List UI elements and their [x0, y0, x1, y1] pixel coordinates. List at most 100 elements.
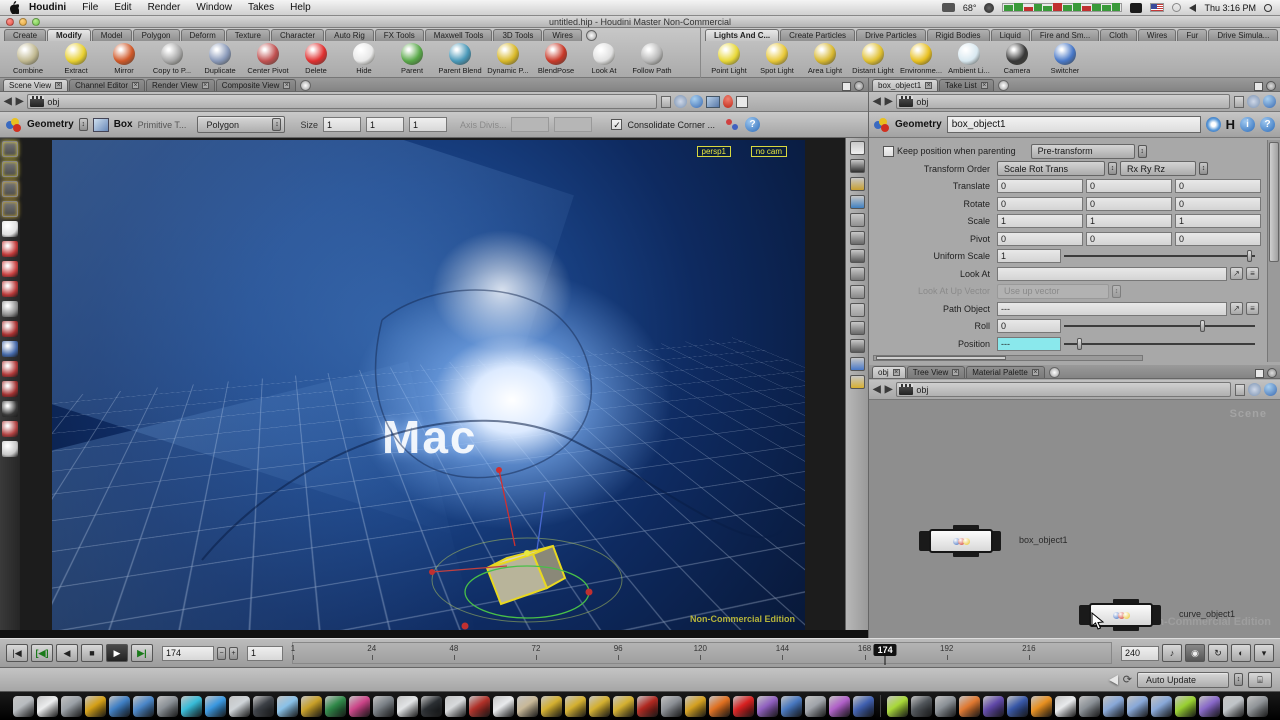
global-animation-button[interactable]: ◉: [1185, 644, 1205, 662]
menu-houdini[interactable]: Houdini: [29, 2, 66, 13]
dock-icon[interactable]: [85, 696, 106, 717]
shelf-tool-duplicate[interactable]: Duplicate: [198, 43, 242, 75]
slider-handle[interactable]: [1200, 320, 1205, 332]
close-tab-icon[interactable]: ×: [893, 369, 900, 376]
viewport-tool-icon[interactable]: [2, 381, 18, 397]
viewport-display-icon[interactable]: [850, 159, 865, 173]
volume-icon[interactable]: [1189, 4, 1196, 12]
end-frame-field[interactable]: [1121, 646, 1159, 661]
dock-icon[interactable]: [1055, 696, 1076, 717]
shelf-tab-deform[interactable]: Deform: [181, 29, 225, 41]
slider-handle[interactable]: [1077, 338, 1082, 350]
param-field-look-at[interactable]: [997, 267, 1227, 281]
dock-icon[interactable]: [959, 696, 980, 717]
tool-options-icon[interactable]: [724, 118, 740, 132]
cpu-meter-icon[interactable]: [1002, 3, 1122, 12]
dock-icon[interactable]: [565, 696, 586, 717]
shelf-tool-switcher[interactable]: Switcher: [1043, 43, 1087, 75]
viewport-render-area[interactable]: Mac: [52, 140, 805, 630]
param-field-translate-2[interactable]: 0: [1175, 179, 1261, 193]
shelf-tab-fire-and-sm[interactable]: Fire and Sm...: [1031, 29, 1099, 41]
dock-icon[interactable]: [37, 696, 58, 717]
nav-back-icon[interactable]: ◀: [4, 96, 12, 107]
tab-scene-view[interactable]: Scene View×: [3, 79, 68, 91]
param-field-pivot-2[interactable]: 0: [1175, 232, 1261, 246]
new-tab-icon[interactable]: [998, 80, 1009, 91]
keep-position-checkbox[interactable]: [883, 146, 894, 157]
close-tab-icon[interactable]: ×: [981, 82, 988, 89]
param-scrollbar-thumb[interactable]: [1269, 142, 1279, 262]
dock-icon[interactable]: [1199, 696, 1220, 717]
dock-icon[interactable]: [445, 696, 466, 717]
dock-icon[interactable]: [373, 696, 394, 717]
link-icon[interactable]: [674, 95, 687, 108]
shelf-tab-drive-simula[interactable]: Drive Simula...: [1208, 29, 1278, 41]
menu-takes[interactable]: Takes: [248, 2, 274, 13]
close-tab-icon[interactable]: ×: [1032, 369, 1039, 376]
shelf-tool-mirror[interactable]: Mirror: [102, 43, 146, 75]
dock-icon[interactable]: [205, 696, 226, 717]
viewport-display-icon[interactable]: [850, 195, 865, 209]
new-tab-icon[interactable]: [300, 80, 311, 91]
param-field-rotate-2[interactable]: 0: [1175, 197, 1261, 211]
dock-icon[interactable]: [133, 696, 154, 717]
dock-icon[interactable]: [349, 696, 370, 717]
shelf-tab-model[interactable]: Model: [92, 29, 132, 41]
shelf-tool-follow-path[interactable]: Follow Path: [630, 43, 674, 75]
shelf-tool-spot-light[interactable]: Spot Light: [755, 43, 799, 75]
nav-back-icon[interactable]: ◀: [873, 384, 881, 395]
dock-icon[interactable]: [589, 696, 610, 717]
tab-take-list[interactable]: Take List×: [939, 79, 994, 91]
pane-maximize-icon[interactable]: [1255, 369, 1264, 378]
nav-forward-icon[interactable]: ▶: [16, 96, 24, 107]
shelf-tab-rigid-bodies[interactable]: Rigid Bodies: [927, 29, 990, 41]
houdini-help-badge[interactable]: H: [1226, 117, 1235, 132]
link-icon[interactable]: [1247, 95, 1260, 108]
viewport-display-icon[interactable]: [850, 249, 865, 263]
param-slider-roll[interactable]: [1064, 325, 1255, 327]
dock-icon[interactable]: [1031, 696, 1052, 717]
menu-file[interactable]: File: [82, 2, 98, 13]
globe-icon[interactable]: [690, 95, 703, 108]
op-list-icon[interactable]: ≡: [1246, 267, 1259, 280]
nav-forward-icon[interactable]: ▶: [885, 96, 893, 107]
dock-icon[interactable]: [517, 696, 538, 717]
node-help-icon[interactable]: ?: [1260, 117, 1275, 132]
viewport-tool-icon[interactable]: [2, 321, 18, 337]
shelf-tool-combine[interactable]: Combine: [6, 43, 50, 75]
dock-icon[interactable]: [1007, 696, 1028, 717]
close-tab-icon[interactable]: ×: [925, 82, 932, 89]
viewport-display-icon[interactable]: [850, 213, 865, 227]
new-tab-icon[interactable]: [1049, 367, 1060, 378]
param-field-uniform-scale[interactable]: 1: [997, 249, 1061, 263]
viewport-display-icon[interactable]: [850, 267, 865, 281]
dock-icon[interactable]: [781, 696, 802, 717]
dock-icon[interactable]: [661, 696, 682, 717]
dock-icon[interactable]: [301, 696, 322, 717]
network-canvas[interactable]: Scene Non-Commercial Edition box_object1…: [869, 400, 1280, 638]
param-hscrollbar[interactable]: [873, 355, 1143, 361]
dock-icon[interactable]: [493, 696, 514, 717]
viewport-display-icon[interactable]: [850, 285, 865, 299]
menu-render[interactable]: Render: [148, 2, 181, 13]
dock-icon[interactable]: [1151, 696, 1172, 717]
cook-arrow-icon[interactable]: [1109, 675, 1118, 685]
recook-icon[interactable]: ⟳: [1123, 673, 1132, 686]
dock-icon[interactable]: [709, 696, 730, 717]
link-icon[interactable]: [1248, 383, 1261, 396]
pane-maximize-icon[interactable]: [1254, 82, 1263, 91]
bluetooth-icon[interactable]: [1172, 3, 1181, 12]
go-to-start-button[interactable]: |◀: [6, 644, 28, 662]
shelf-tool-environme[interactable]: Environme...: [899, 43, 943, 75]
no-cam-label[interactable]: no cam: [751, 146, 787, 157]
shelf-tool-copy-to-p[interactable]: Copy to P...: [150, 43, 194, 75]
dock-icon[interactable]: [397, 696, 418, 717]
keyboard-badge-icon[interactable]: [1130, 3, 1142, 13]
shelf-tool-center-pivot[interactable]: Center Pivot: [246, 43, 290, 75]
dock-icon[interactable]: [983, 696, 1004, 717]
param-field-scale-2[interactable]: 1: [1175, 214, 1261, 228]
dock-icon[interactable]: [1247, 696, 1268, 717]
shelf-tab-lights-and-c[interactable]: Lights And C...: [705, 29, 779, 41]
shelf-tab-maxwell-tools[interactable]: Maxwell Tools: [425, 29, 493, 41]
dock-icon[interactable]: [733, 696, 754, 717]
